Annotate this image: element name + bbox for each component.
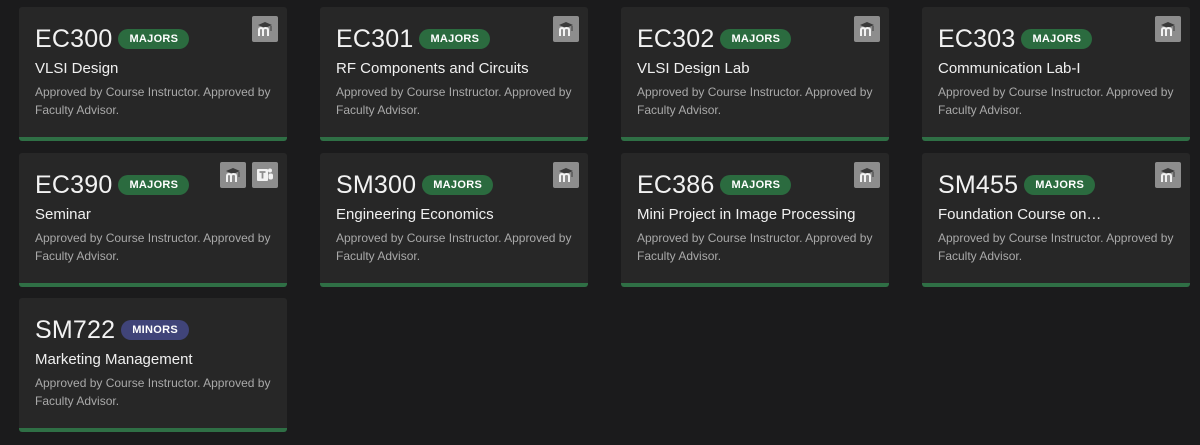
approval-status: Approved by Course Instructor. Approved …	[336, 85, 572, 117]
course-type-badge: MAJORS	[1024, 175, 1096, 195]
course-type-badge: MAJORS	[720, 29, 792, 49]
moodle-icon[interactable]	[553, 16, 579, 42]
course-code: EC301	[336, 25, 414, 53]
moodle-icon[interactable]	[854, 16, 880, 42]
course-type-badge: MINORS	[121, 320, 190, 340]
course-title: Communication Lab-I	[938, 60, 1081, 77]
approval-status: Approved by Course Instructor. Approved …	[938, 85, 1174, 117]
course-title: VLSI Design	[35, 60, 119, 77]
course-card-ec300[interactable]: EC300 MAJORS VLSI Design Approved by Cou…	[19, 7, 287, 141]
course-code: EC303	[938, 25, 1016, 53]
course-type-badge: MAJORS	[118, 29, 190, 49]
course-title: Engineering Economics	[336, 206, 494, 223]
course-code: SM722	[35, 316, 116, 344]
course-links	[252, 16, 278, 42]
course-links	[854, 16, 880, 42]
course-header: EC302 MAJORS	[637, 25, 873, 53]
teams-icon[interactable]	[252, 162, 278, 188]
moodle-icon[interactable]	[1155, 16, 1181, 42]
course-type-badge: MAJORS	[1021, 29, 1093, 49]
course-type-badge: MAJORS	[118, 175, 190, 195]
course-links	[1155, 16, 1181, 42]
course-type-badge: MAJORS	[419, 29, 491, 49]
course-card-sm455[interactable]: SM455 MAJORS Foundation Course on… Appro…	[922, 153, 1190, 287]
course-links	[1155, 162, 1181, 188]
course-card-sm300[interactable]: SM300 MAJORS Engineering Economics Appro…	[320, 153, 588, 287]
course-header: SM300 MAJORS	[336, 171, 572, 199]
moodle-icon[interactable]	[854, 162, 880, 188]
course-links	[553, 16, 579, 42]
course-links	[220, 162, 278, 188]
course-card-ec303[interactable]: EC303 MAJORS Communication Lab-I Approve…	[922, 7, 1190, 141]
approval-status: Approved by Course Instructor. Approved …	[637, 85, 873, 117]
course-card-ec302[interactable]: EC302 MAJORS VLSI Design Lab Approved by…	[621, 7, 889, 141]
course-grid: EC300 MAJORS VLSI Design Approved by Cou…	[0, 0, 1200, 445]
approval-status: Approved by Course Instructor. Approved …	[938, 231, 1174, 263]
course-card-ec301[interactable]: EC301 MAJORS RF Components and Circuits …	[320, 7, 588, 141]
course-header: EC386 MAJORS	[637, 171, 873, 199]
course-title: Seminar	[35, 206, 91, 223]
moodle-icon[interactable]	[1155, 162, 1181, 188]
course-header: EC300 MAJORS	[35, 25, 271, 53]
course-header: EC303 MAJORS	[938, 25, 1174, 53]
course-title: VLSI Design Lab	[637, 60, 750, 77]
approval-status: Approved by Course Instructor. Approved …	[35, 231, 271, 263]
approval-status: Approved by Course Instructor. Approved …	[35, 376, 271, 408]
course-code: EC390	[35, 171, 113, 199]
course-header: EC301 MAJORS	[336, 25, 572, 53]
course-code: SM300	[336, 171, 417, 199]
approval-status: Approved by Course Instructor. Approved …	[637, 231, 873, 263]
course-header: SM722 MINORS	[35, 316, 271, 344]
course-code: SM455	[938, 171, 1019, 199]
course-title: RF Components and Circuits	[336, 60, 529, 77]
moodle-icon[interactable]	[220, 162, 246, 188]
course-header: SM455 MAJORS	[938, 171, 1174, 199]
course-code: EC300	[35, 25, 113, 53]
course-code: EC302	[637, 25, 715, 53]
course-title: Mini Project in Image Processing	[637, 206, 856, 223]
approval-status: Approved by Course Instructor. Approved …	[35, 85, 271, 117]
course-code: EC386	[637, 171, 715, 199]
moodle-icon[interactable]	[553, 162, 579, 188]
course-title: Foundation Course on…	[938, 206, 1102, 223]
course-card-sm722[interactable]: SM722 MINORS Marketing Management Approv…	[19, 298, 287, 432]
course-links	[553, 162, 579, 188]
course-card-ec386[interactable]: EC386 MAJORS Mini Project in Image Proce…	[621, 153, 889, 287]
moodle-icon[interactable]	[252, 16, 278, 42]
course-type-badge: MAJORS	[422, 175, 494, 195]
course-title: Marketing Management	[35, 351, 193, 368]
course-links	[854, 162, 880, 188]
course-type-badge: MAJORS	[720, 175, 792, 195]
approval-status: Approved by Course Instructor. Approved …	[336, 231, 572, 263]
course-card-ec390[interactable]: EC390 MAJORS Seminar Approved by Course …	[19, 153, 287, 287]
